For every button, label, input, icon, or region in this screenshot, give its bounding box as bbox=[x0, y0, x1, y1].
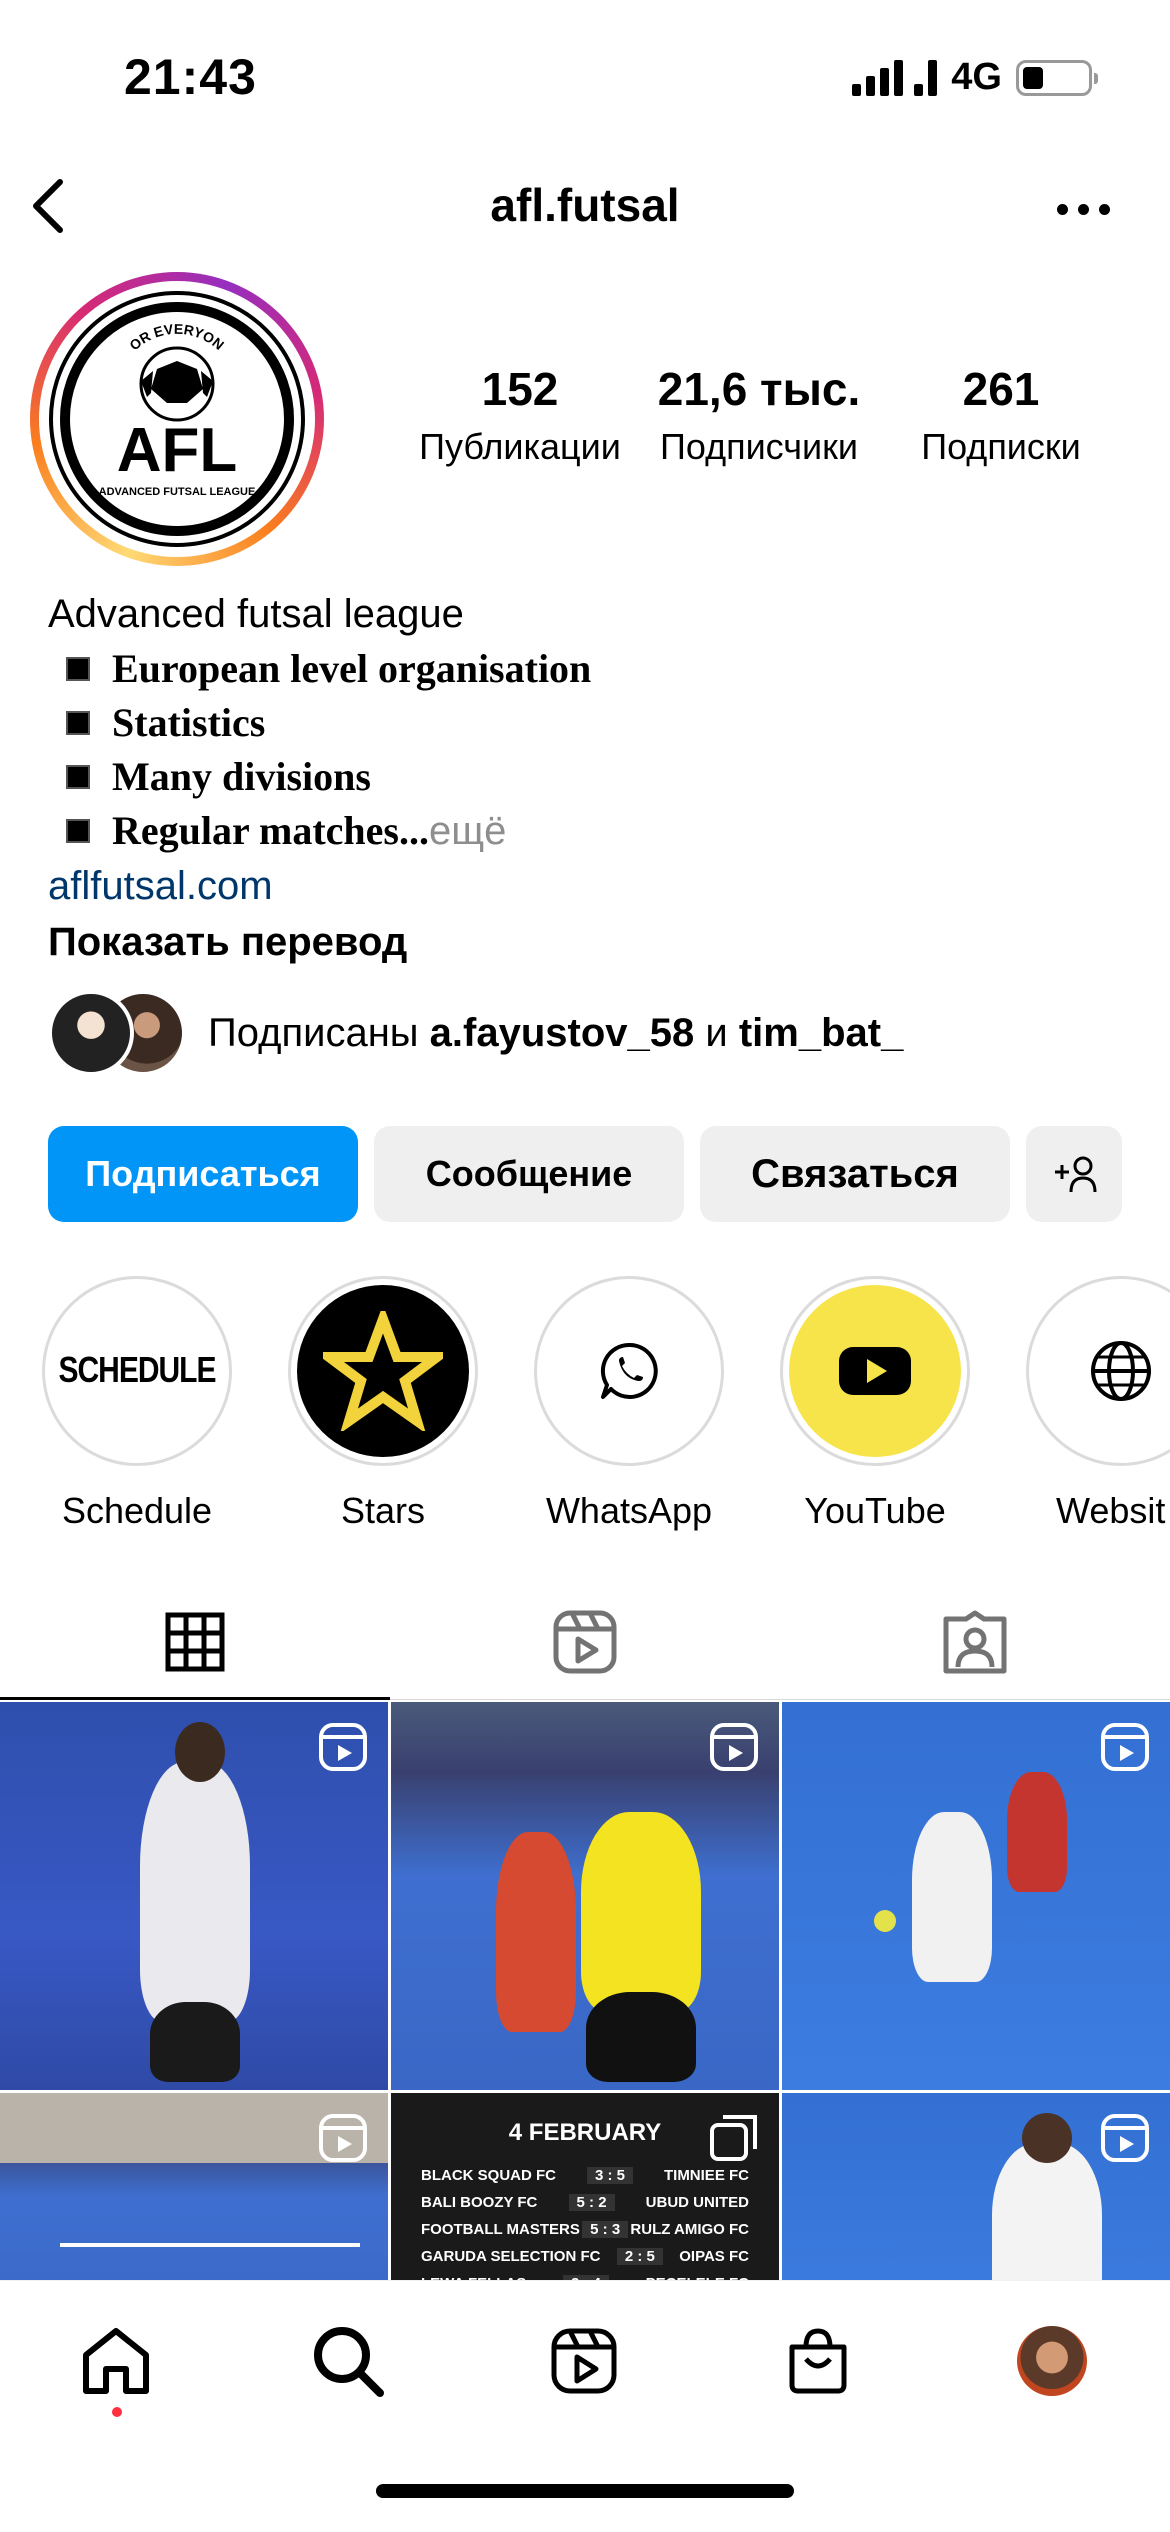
profile-tabs bbox=[0, 1584, 1170, 1700]
signal-icon bbox=[852, 59, 938, 96]
whatsapp-icon bbox=[600, 1342, 658, 1399]
status-indicators: 4G bbox=[852, 56, 1098, 99]
globe-icon bbox=[1091, 1341, 1151, 1401]
nav-profile-button[interactable] bbox=[1014, 2323, 1090, 2399]
search-icon bbox=[314, 2327, 384, 2397]
bio-line: Regular matches... ещё bbox=[48, 804, 1128, 858]
posts-grid: 4 FEBRUARY BLACK SQUAD FC 3 : 5 TIMNIEE FC… bbox=[0, 1702, 1170, 2323]
nav-search-button[interactable] bbox=[310, 2323, 386, 2399]
contact-button[interactable]: Связаться bbox=[700, 1126, 1010, 1222]
shopping-bag-icon bbox=[789, 2328, 847, 2394]
stat-posts-label: Публикации bbox=[419, 426, 621, 467]
reel-badge-icon bbox=[710, 1723, 758, 1771]
grid-icon bbox=[165, 1612, 225, 1671]
nav-reels-button[interactable] bbox=[546, 2323, 622, 2399]
profile-avatar[interactable]: FOR EVERYONE AFL ADVANCED FUTSAL LEAGUE bbox=[30, 272, 324, 566]
followed-by[interactable]: Подписаны a.fayustov_58 и tim_bat_ bbox=[48, 990, 903, 1076]
status-time: 21:43 bbox=[124, 49, 257, 105]
grid-post[interactable] bbox=[0, 1702, 388, 2090]
reel-badge-icon bbox=[319, 1723, 367, 1771]
highlight-whatsapp[interactable]: WhatsApp bbox=[534, 1276, 724, 1532]
reels-icon bbox=[553, 1610, 617, 1673]
star-icon bbox=[323, 1311, 443, 1431]
schedule-cover-text: SCHEDULE bbox=[58, 1350, 216, 1391]
grid-post[interactable] bbox=[391, 1702, 779, 2090]
reel-badge-icon bbox=[1101, 2114, 1149, 2162]
stat-following-value: 261 bbox=[962, 363, 1040, 415]
follow-button[interactable]: Подписаться bbox=[48, 1126, 358, 1222]
show-translation-link[interactable]: Показать перевод bbox=[48, 914, 1128, 970]
youtube-icon bbox=[839, 1347, 911, 1395]
highlight-label: Websit bbox=[1056, 1490, 1166, 1531]
home-icon bbox=[83, 2328, 149, 2394]
svg-text:AFL: AFL bbox=[117, 416, 238, 485]
bio-website-link[interactable]: aflfutsal.com bbox=[48, 858, 1128, 914]
home-indicator[interactable] bbox=[376, 2484, 794, 2498]
notification-dot bbox=[112, 2407, 122, 2417]
tab-tagged[interactable] bbox=[780, 1584, 1170, 1699]
afl-logo-icon: FOR EVERYONE AFL ADVANCED FUTSAL LEAGUE bbox=[47, 289, 305, 547]
highlight-youtube[interactable]: YouTube bbox=[780, 1276, 970, 1532]
stat-followers-label: Подписчики bbox=[659, 426, 859, 467]
stat-posts-value: 152 bbox=[481, 363, 559, 415]
reel-badge-icon bbox=[319, 2114, 367, 2162]
result-row: GARUDA SELECTION FC 2 : 5 OIPAS FC bbox=[421, 2248, 749, 2265]
reels-icon bbox=[551, 2328, 617, 2394]
stat-following[interactable]: 261 Подписки bbox=[896, 362, 1106, 468]
tab-posts-grid[interactable] bbox=[0, 1584, 390, 1700]
nav-home-button[interactable] bbox=[78, 2323, 154, 2399]
bio-line: Many divisions bbox=[48, 750, 1128, 804]
highlight-label: Schedule bbox=[61, 1490, 213, 1531]
avatar bbox=[1017, 2326, 1087, 2396]
network-label: 4G bbox=[951, 56, 1002, 98]
result-row: FOOTBALL MASTERS 5 : 3 RULZ AMIGO FC bbox=[421, 2221, 749, 2238]
stat-followers[interactable]: 21,6 тыс. Подписчики bbox=[650, 362, 868, 468]
stat-posts[interactable]: 152 Публикации bbox=[412, 362, 628, 468]
result-row: BALI BOOZY FC 5 : 2 UBUD UNITED bbox=[421, 2194, 749, 2211]
nav-shop-button[interactable] bbox=[780, 2323, 856, 2399]
profile-bio: Advanced futsal league European level or… bbox=[48, 586, 1128, 970]
tab-reels[interactable] bbox=[390, 1584, 780, 1699]
highlight-label: YouTube bbox=[804, 1490, 946, 1531]
svg-text:ADVANCED FUTSAL LEAGUE: ADVANCED FUTSAL LEAGUE bbox=[99, 486, 256, 498]
tagged-person-icon bbox=[943, 1610, 1007, 1673]
add-user-icon bbox=[1055, 1156, 1097, 1193]
bio-name: Advanced futsal league bbox=[48, 592, 464, 636]
stat-following-label: Подписки bbox=[921, 426, 1081, 467]
stat-followers-value: 21,6 тыс. bbox=[657, 363, 861, 415]
bio-line: European level organisation bbox=[48, 642, 1128, 696]
result-row: BLACK SQUAD FC 3 : 5 TIMNIEE FC bbox=[421, 2167, 749, 2184]
highlight-label: Stars bbox=[340, 1490, 426, 1531]
avatar bbox=[48, 990, 134, 1076]
grid-post[interactable] bbox=[782, 1702, 1170, 2090]
highlight-label: WhatsApp bbox=[545, 1490, 713, 1531]
suggested-users-button[interactable] bbox=[1026, 1126, 1122, 1222]
followed-by-text: Подписаны a.fayustov_58 и tim_bat_ bbox=[208, 1010, 904, 1055]
bio-line: Statistics bbox=[48, 696, 1128, 750]
bio-more-link[interactable]: ещё bbox=[429, 804, 506, 858]
battery-icon bbox=[1016, 59, 1098, 96]
carousel-badge-icon bbox=[710, 2115, 757, 2161]
highlight-schedule[interactable]: SCHEDULE Schedule bbox=[42, 1276, 232, 1532]
highlight-stars[interactable]: Stars bbox=[288, 1276, 478, 1532]
reel-badge-icon bbox=[1101, 1723, 1149, 1771]
profile-username-title: afl.futsal bbox=[490, 179, 680, 231]
highlight-website[interactable]: Websit bbox=[1026, 1276, 1170, 1532]
more-options-icon[interactable] bbox=[1057, 204, 1110, 215]
message-button[interactable]: Сообщение bbox=[374, 1126, 684, 1222]
